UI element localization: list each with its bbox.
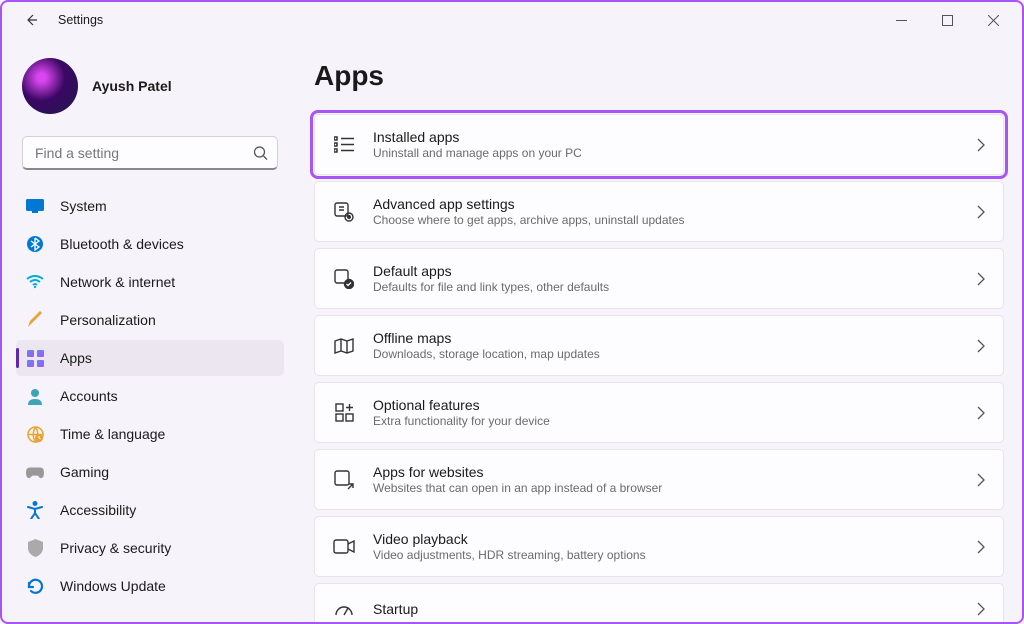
close-icon [988,15,999,26]
minimize-button[interactable] [880,6,922,34]
sidebar-item-update[interactable]: Windows Update [16,568,284,604]
chevron-right-icon [977,138,985,152]
app-arrow-icon [333,469,355,491]
bluetooth-icon [26,235,44,253]
sidebar-item-label: Time & language [60,426,165,442]
close-button[interactable] [972,6,1014,34]
card-sub: Choose where to get apps, archive apps, … [373,213,977,227]
page-title: Apps [314,60,1004,92]
grid-plus-icon [333,402,355,424]
chevron-right-icon [977,473,985,487]
search-icon [253,146,268,161]
nav: System Bluetooth & devices Network & int… [16,188,284,604]
sidebar-item-system[interactable]: System [16,188,284,224]
card-startup[interactable]: Startup [314,583,1004,622]
maximize-button[interactable] [926,6,968,34]
card-sub: Websites that can open in an app instead… [373,481,977,495]
paintbrush-icon [26,311,44,329]
speed-icon [333,598,355,620]
card-video-playback[interactable]: Video playbackVideo adjustments, HDR str… [314,516,1004,577]
accessibility-icon [26,501,44,519]
card-apps-for-websites[interactable]: Apps for websitesWebsites that can open … [314,449,1004,510]
profile[interactable]: Ayush Patel [16,48,284,132]
chevron-right-icon [977,339,985,353]
card-optional-features[interactable]: Optional featuresExtra functionality for… [314,382,1004,443]
sidebar-item-apps[interactable]: Apps [16,340,284,376]
chevron-right-icon [977,540,985,554]
sidebar-item-gaming[interactable]: Gaming [16,454,284,490]
card-installed-apps[interactable]: Installed appsUninstall and manage apps … [314,114,1004,175]
sidebar-item-label: Apps [60,350,92,366]
card-title: Default apps [373,263,977,279]
gamepad-icon [26,463,44,481]
video-icon [333,536,355,558]
user-name: Ayush Patel [92,78,172,94]
shield-icon [26,539,44,557]
map-icon [333,335,355,357]
sidebar-item-personalization[interactable]: Personalization [16,302,284,338]
chevron-right-icon [977,205,985,219]
chevron-right-icon [977,602,985,616]
card-advanced-settings[interactable]: Advanced app settingsChoose where to get… [314,181,1004,242]
app-gear-icon [333,201,355,223]
chevron-right-icon [977,272,985,286]
chevron-right-icon [977,406,985,420]
sidebar-item-label: Personalization [60,312,156,328]
system-icon [26,197,44,215]
sidebar-item-label: Network & internet [60,274,175,290]
person-icon [26,387,44,405]
sidebar-item-label: Gaming [60,464,109,480]
sidebar-item-label: System [60,198,107,214]
card-title: Advanced app settings [373,196,977,212]
sidebar: Ayush Patel System Bluetooth & devices N… [2,38,292,622]
card-sub: Extra functionality for your device [373,414,977,428]
list-icon [333,134,355,156]
sidebar-item-accounts[interactable]: Accounts [16,378,284,414]
card-default-apps[interactable]: Default appsDefaults for file and link t… [314,248,1004,309]
sidebar-item-network[interactable]: Network & internet [16,264,284,300]
card-title: Offline maps [373,330,977,346]
sidebar-item-privacy[interactable]: Privacy & security [16,530,284,566]
sidebar-item-label: Bluetooth & devices [60,236,184,252]
window-controls [880,6,1014,34]
main: Apps Installed appsUninstall and manage … [292,38,1022,622]
sidebar-item-accessibility[interactable]: Accessibility [16,492,284,528]
card-title: Optional features [373,397,977,413]
sidebar-item-label: Windows Update [60,578,166,594]
sidebar-item-time[interactable]: Time & language [16,416,284,452]
search-box [22,136,278,170]
globe-icon [26,425,44,443]
maximize-icon [942,15,953,26]
apps-icon [26,349,44,367]
sidebar-item-label: Accessibility [60,502,136,518]
card-title: Video playback [373,531,977,547]
card-sub: Uninstall and manage apps on your PC [373,146,977,160]
update-icon [26,577,44,595]
window-title: Settings [58,13,103,27]
avatar [22,58,78,114]
card-title: Apps for websites [373,464,977,480]
app-check-icon [333,268,355,290]
card-offline-maps[interactable]: Offline mapsDownloads, storage location,… [314,315,1004,376]
wifi-icon [26,273,44,291]
back-button[interactable] [16,5,46,35]
sidebar-item-label: Accounts [60,388,118,404]
arrow-left-icon [23,12,39,28]
sidebar-item-label: Privacy & security [60,540,171,556]
titlebar: Settings [2,2,1022,38]
sidebar-item-bluetooth[interactable]: Bluetooth & devices [16,226,284,262]
minimize-icon [896,15,907,26]
card-sub: Defaults for file and link types, other … [373,280,977,294]
card-title: Startup [373,601,977,617]
card-title: Installed apps [373,129,977,145]
search-input[interactable] [22,136,278,170]
card-sub: Video adjustments, HDR streaming, batter… [373,548,977,562]
card-sub: Downloads, storage location, map updates [373,347,977,361]
